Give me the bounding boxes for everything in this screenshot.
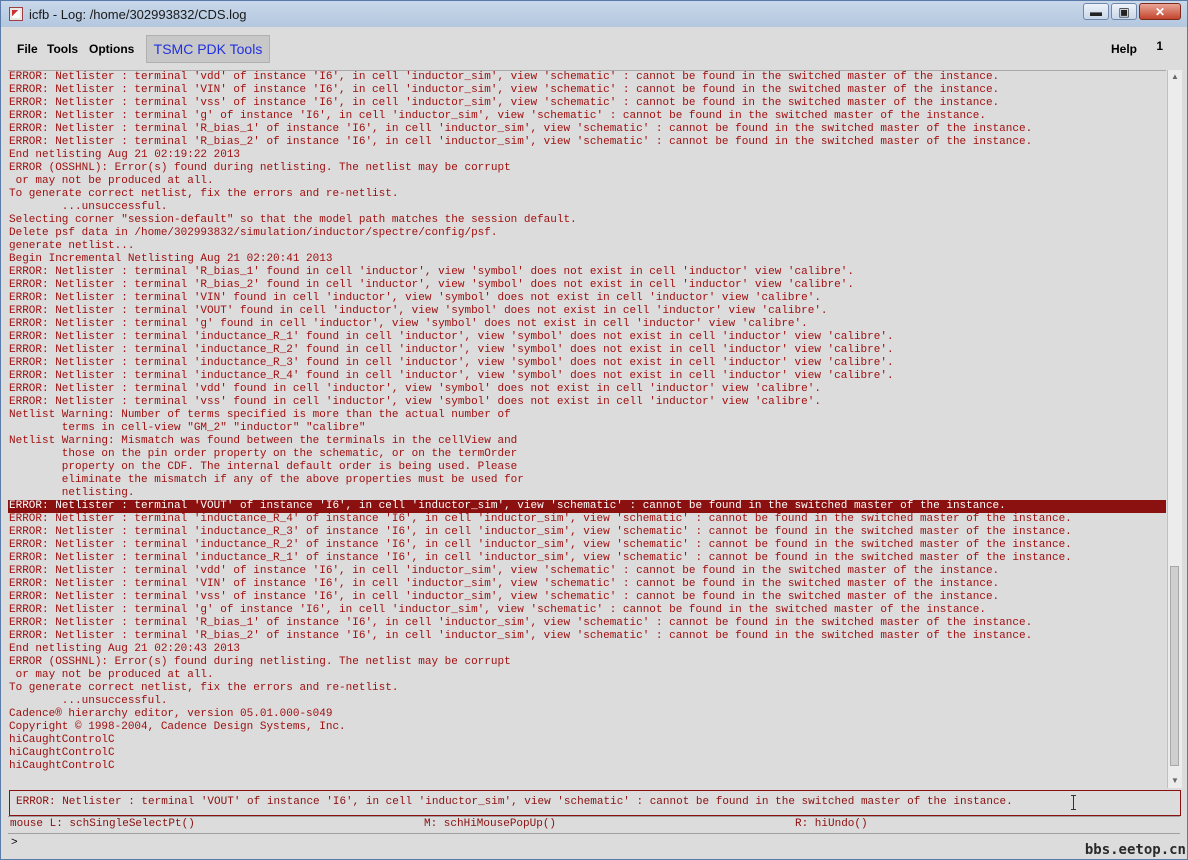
- cli-prompt: >: [11, 837, 18, 849]
- log-line[interactable]: ERROR: Netlister : terminal 'R_bias_1' o…: [8, 617, 1166, 630]
- vertical-scrollbar[interactable]: ▲ ▼: [1167, 70, 1182, 788]
- mouse-bindings-bar: mouse L: schSingleSelectPt() M: schHiMou…: [8, 816, 1180, 834]
- command-input-value: ERROR: Netlister : terminal 'VOUT' of in…: [16, 796, 1013, 808]
- log-line[interactable]: ERROR: Netlister : terminal 'VIN' of ins…: [8, 578, 1166, 591]
- log-line[interactable]: ERROR: Netlister : terminal 'vss' of ins…: [8, 97, 1166, 110]
- log-line[interactable]: generate netlist...: [8, 240, 1166, 253]
- menu-options[interactable]: Options: [89, 42, 134, 56]
- log-line[interactable]: ERROR: Netlister : terminal 'vdd' of ins…: [8, 565, 1166, 578]
- log-line[interactable]: ERROR: Netlister : terminal 'inductance_…: [8, 331, 1166, 344]
- close-button[interactable]: ✕: [1139, 3, 1181, 20]
- scroll-down-arrow-icon[interactable]: ▼: [1170, 776, 1180, 786]
- log-line[interactable]: ERROR: Netlister : terminal 'inductance_…: [8, 513, 1166, 526]
- mouse-right-binding: R: hiUndo(): [795, 818, 868, 830]
- menu-bar: File Tools Options TSMC PDK Tools Help 1: [7, 33, 1181, 67]
- log-line[interactable]: ERROR: Netlister : terminal 'VIN' found …: [8, 292, 1166, 305]
- log-line[interactable]: eliminate the mismatch if any of the abo…: [8, 474, 1166, 487]
- log-line[interactable]: To generate correct netlist, fix the err…: [8, 682, 1166, 695]
- log-line[interactable]: Netlist Warning: Mismatch was found betw…: [8, 435, 1166, 448]
- log-line[interactable]: ERROR: Netlister : terminal 'vss' found …: [8, 396, 1166, 409]
- log-line[interactable]: or may not be produced at all.: [8, 669, 1166, 682]
- log-line[interactable]: hiCaughtControlC: [8, 760, 1166, 773]
- log-line[interactable]: Cadence® hierarchy editor, version 05.01…: [8, 708, 1166, 721]
- text-cursor-icon: [1071, 795, 1076, 810]
- icfb-log-window: icfb - Log: /home/302993832/CDS.log ▬ ▣ …: [0, 0, 1188, 860]
- log-line[interactable]: ERROR: Netlister : terminal 'g' of insta…: [8, 604, 1166, 617]
- log-line[interactable]: hiCaughtControlC: [8, 747, 1166, 760]
- log-line[interactable]: ERROR: Netlister : terminal 'R_bias_1' f…: [8, 266, 1166, 279]
- log-output[interactable]: ERROR: Netlister : terminal 'vdd' of ins…: [8, 70, 1166, 789]
- watermark: bbs.eetop.cn: [1084, 842, 1186, 858]
- log-line[interactable]: ERROR: Netlister : terminal 'inductance_…: [8, 526, 1166, 539]
- app-icon: [9, 7, 23, 21]
- maximize-button[interactable]: ▣: [1111, 3, 1137, 20]
- scroll-up-arrow-icon[interactable]: ▲: [1170, 72, 1180, 82]
- log-line[interactable]: ERROR: Netlister : terminal 'R_bias_2' o…: [8, 630, 1166, 643]
- log-line[interactable]: Delete psf data in /home/302993832/simul…: [8, 227, 1166, 240]
- menu-file[interactable]: File: [17, 42, 38, 56]
- log-line[interactable]: End netlisting Aug 21 02:19:22 2013: [8, 149, 1166, 162]
- log-line[interactable]: To generate correct netlist, fix the err…: [8, 188, 1166, 201]
- log-line[interactable]: ERROR: Netlister : terminal 'R_bias_2' f…: [8, 279, 1166, 292]
- log-line[interactable]: terms in cell-view "GM_2" "inductor" "ca…: [8, 422, 1166, 435]
- log-line[interactable]: ERROR: Netlister : terminal 'vdd' of ins…: [8, 71, 1166, 84]
- log-line[interactable]: netlisting.: [8, 487, 1166, 500]
- log-line[interactable]: those on the pin order property on the s…: [8, 448, 1166, 461]
- log-line[interactable]: ERROR: Netlister : terminal 'vdd' found …: [8, 383, 1166, 396]
- log-line[interactable]: ERROR: Netlister : terminal 'vss' of ins…: [8, 591, 1166, 604]
- mouse-left-binding: mouse L: schSingleSelectPt(): [10, 818, 195, 830]
- menu-help[interactable]: Help: [1111, 42, 1137, 56]
- menu-tools[interactable]: Tools: [47, 42, 78, 56]
- window-title: icfb - Log: /home/302993832/CDS.log: [29, 6, 247, 22]
- log-line[interactable]: ERROR: Netlister : terminal 'inductance_…: [8, 552, 1166, 565]
- log-line[interactable]: ...unsuccessful.: [8, 695, 1166, 708]
- log-line[interactable]: ERROR: Netlister : terminal 'VOUT' found…: [8, 305, 1166, 318]
- scrollbar-thumb[interactable]: [1170, 566, 1179, 766]
- log-line[interactable]: ERROR: Netlister : terminal 'inductance_…: [8, 344, 1166, 357]
- log-line[interactable]: ...unsuccessful.: [8, 201, 1166, 214]
- title-bar[interactable]: icfb - Log: /home/302993832/CDS.log ▬ ▣ …: [1, 1, 1187, 27]
- mouse-middle-binding: M: schHiMousePopUp(): [424, 818, 557, 830]
- window-number: 1: [1156, 39, 1163, 53]
- log-line-selected[interactable]: ERROR: Netlister : terminal 'VOUT' of in…: [8, 500, 1166, 513]
- log-line[interactable]: ERROR: Netlister : terminal 'inductance_…: [8, 370, 1166, 383]
- log-line[interactable]: Copyright © 1998-2004, Cadence Design Sy…: [8, 721, 1166, 734]
- log-line[interactable]: ERROR (OSSHNL): Error(s) found during ne…: [8, 656, 1166, 669]
- log-line[interactable]: ERROR: Netlister : terminal 'g' of insta…: [8, 110, 1166, 123]
- menu-tsmc-pdk-tools[interactable]: TSMC PDK Tools: [146, 35, 270, 63]
- log-line[interactable]: property on the CDF. The internal defaul…: [8, 461, 1166, 474]
- log-line[interactable]: ERROR: Netlister : terminal 'VIN' of ins…: [8, 84, 1166, 97]
- minimize-button[interactable]: ▬: [1083, 3, 1109, 20]
- log-line[interactable]: ERROR: Netlister : terminal 'inductance_…: [8, 539, 1166, 552]
- log-line[interactable]: ERROR: Netlister : terminal 'g' found in…: [8, 318, 1166, 331]
- log-line[interactable]: ERROR: Netlister : terminal 'R_bias_2' o…: [8, 136, 1166, 149]
- log-line[interactable]: End netlisting Aug 21 02:20:43 2013: [8, 643, 1166, 656]
- log-line[interactable]: ERROR (OSSHNL): Error(s) found during ne…: [8, 162, 1166, 175]
- log-line[interactable]: Begin Incremental Netlisting Aug 21 02:2…: [8, 253, 1166, 266]
- log-line[interactable]: ERROR: Netlister : terminal 'inductance_…: [8, 357, 1166, 370]
- cli-prompt-bar[interactable]: >: [8, 835, 1180, 853]
- log-line[interactable]: hiCaughtControlC: [8, 734, 1166, 747]
- log-line[interactable]: or may not be produced at all.: [8, 175, 1166, 188]
- command-input-field[interactable]: ERROR: Netlister : terminal 'VOUT' of in…: [9, 790, 1181, 816]
- log-line[interactable]: ERROR: Netlister : terminal 'R_bias_1' o…: [8, 123, 1166, 136]
- log-line[interactable]: Selecting corner "session-default" so th…: [8, 214, 1166, 227]
- window-controls: ▬ ▣ ✕: [1083, 3, 1181, 20]
- log-line[interactable]: Netlist Warning: Number of terms specifi…: [8, 409, 1166, 422]
